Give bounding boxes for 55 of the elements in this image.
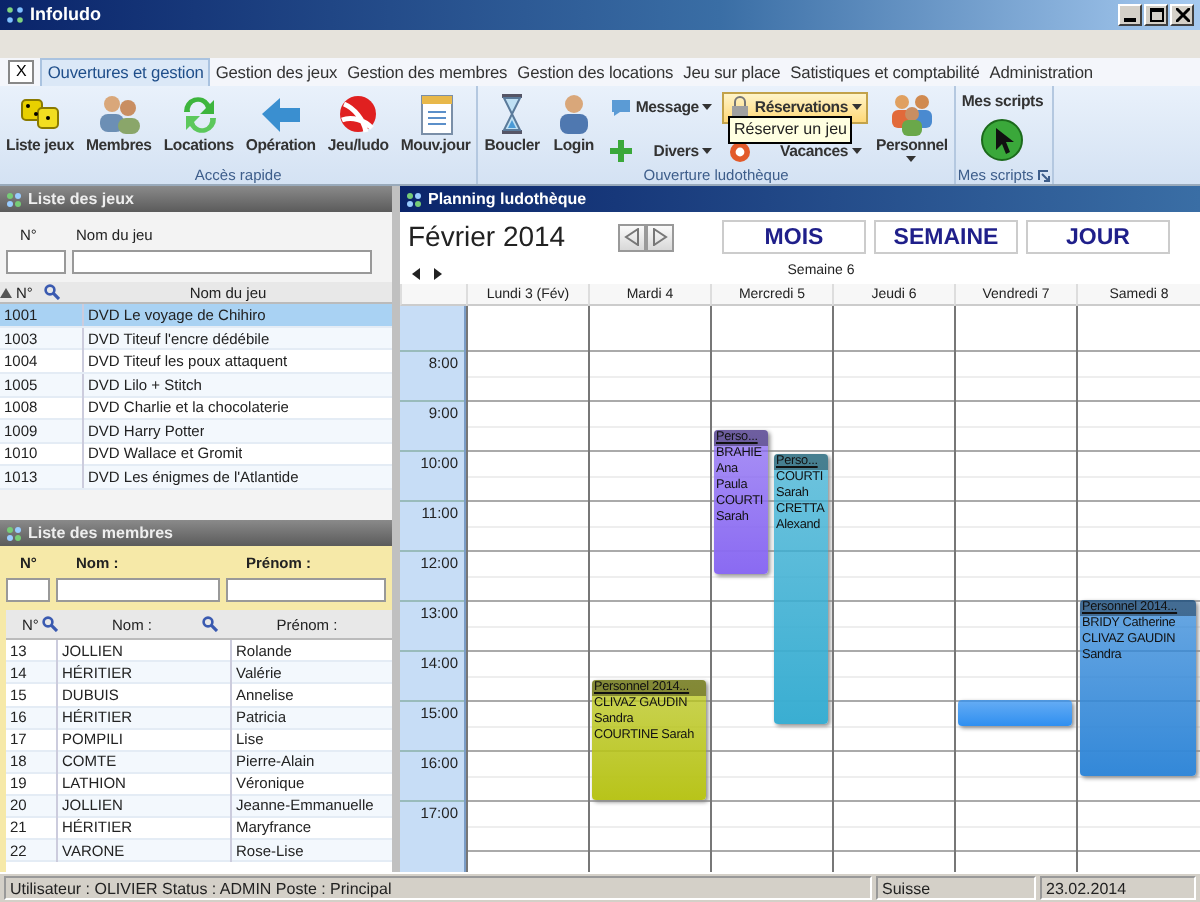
close-button[interactable]	[1170, 4, 1194, 26]
month-title: Février 2014	[408, 218, 568, 256]
left-arrow-icon	[412, 267, 422, 279]
view-button[interactable]: SEMAINE	[874, 220, 1018, 254]
ribbon-tab[interactable]: Gestion des jeux	[210, 60, 343, 86]
maximize-button[interactable]	[1144, 4, 1168, 26]
search-icon	[44, 284, 60, 301]
input-field[interactable]	[6, 578, 50, 603]
left-arrow-icon	[258, 92, 303, 136]
view-button[interactable]: MOIS	[722, 220, 866, 254]
window-title: Infoludo	[30, 1, 101, 28]
ball-icon	[336, 92, 381, 136]
ribbon-tab[interactable]: Satistiques et comptabilité	[785, 60, 985, 86]
maximize-icon	[1149, 8, 1163, 22]
input-field[interactable]	[226, 578, 386, 603]
next-button[interactable]	[646, 223, 674, 251]
plus-icon	[609, 140, 632, 163]
right-triangle-icon	[652, 228, 668, 246]
caret-icon	[851, 104, 862, 111]
caret-icon	[702, 104, 713, 111]
view-button[interactable]: JOUR	[1026, 220, 1170, 254]
status-text: Utilisateur : OLIVIER Status : ADMIN Poste : Principal	[4, 876, 872, 900]
previous-button[interactable]	[618, 223, 646, 251]
ribbon-tab[interactable]: Jeu sur place	[678, 60, 786, 86]
group-icon	[889, 92, 934, 136]
ribbon-tab[interactable]: Gestion des locations	[512, 60, 679, 86]
cursor-icon	[980, 118, 1025, 162]
panel-logo-icon	[6, 191, 22, 207]
people-icon	[96, 92, 141, 136]
ribbon-tab[interactable]: Administration	[984, 60, 1098, 86]
panel-logo-icon	[6, 525, 22, 541]
close-icon	[1175, 8, 1189, 22]
ribbon-tab[interactable]: Ouvertures et gestion	[40, 58, 211, 86]
search-icon	[202, 616, 218, 633]
ribbon-tab[interactable]: Gestion des membres	[342, 60, 513, 86]
search-icon	[42, 616, 58, 633]
status-text: Suisse	[876, 876, 1036, 900]
status-text: 23.02.2014	[1040, 876, 1196, 900]
input-field[interactable]	[72, 250, 372, 275]
left-triangle-icon	[624, 228, 640, 246]
tooltip: Réserver un jeu	[728, 116, 853, 144]
panel-logo-icon	[406, 191, 422, 207]
speech-bubble-icon	[609, 96, 632, 119]
panel-title: Liste des membres	[28, 521, 173, 545]
input-field[interactable]	[6, 250, 66, 275]
sort-icon	[0, 287, 12, 298]
caret-icon	[851, 148, 862, 155]
input-field[interactable]	[56, 578, 220, 603]
minimize-button[interactable]	[1118, 4, 1142, 26]
app-logo-icon	[6, 6, 24, 24]
panel-title: Planning ludothèque	[428, 187, 587, 211]
panel-title: Liste des jeux	[28, 187, 134, 211]
caret-icon	[702, 148, 713, 155]
right-arrow-icon	[432, 267, 442, 279]
close-tab-button[interactable]: X	[8, 60, 35, 84]
